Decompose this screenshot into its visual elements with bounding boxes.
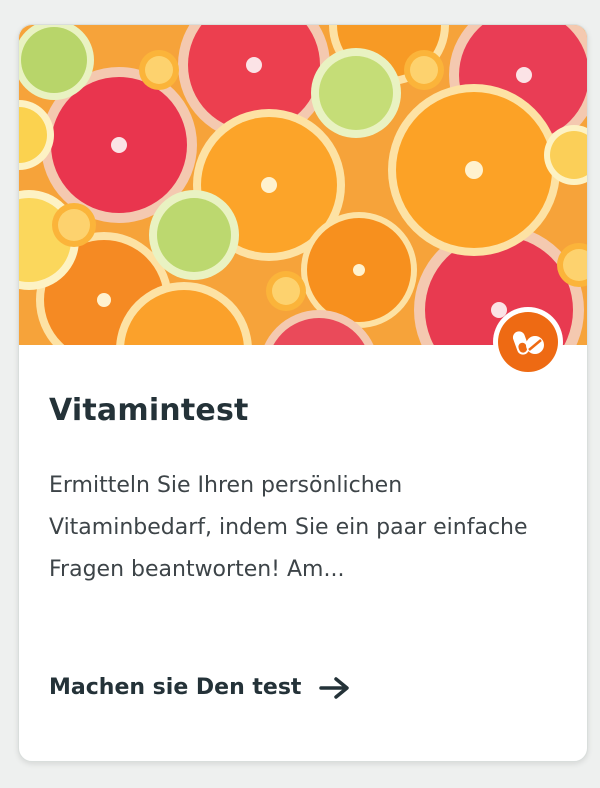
- vitamintest-card[interactable]: Vitamintest Ermitteln Sie Ihren persönli…: [18, 24, 588, 762]
- pills-icon: [498, 312, 558, 372]
- arrow-right-icon: [319, 676, 350, 699]
- badge-ring: [493, 307, 563, 377]
- card-title: Vitamintest: [49, 393, 249, 428]
- take-test-link[interactable]: Machen sie Den test: [49, 675, 351, 700]
- take-test-label: Machen sie Den test: [49, 675, 302, 700]
- card-description: Ermitteln Sie Ihren persönlichen Vitamin…: [49, 473, 528, 582]
- citrus-image: [19, 25, 587, 345]
